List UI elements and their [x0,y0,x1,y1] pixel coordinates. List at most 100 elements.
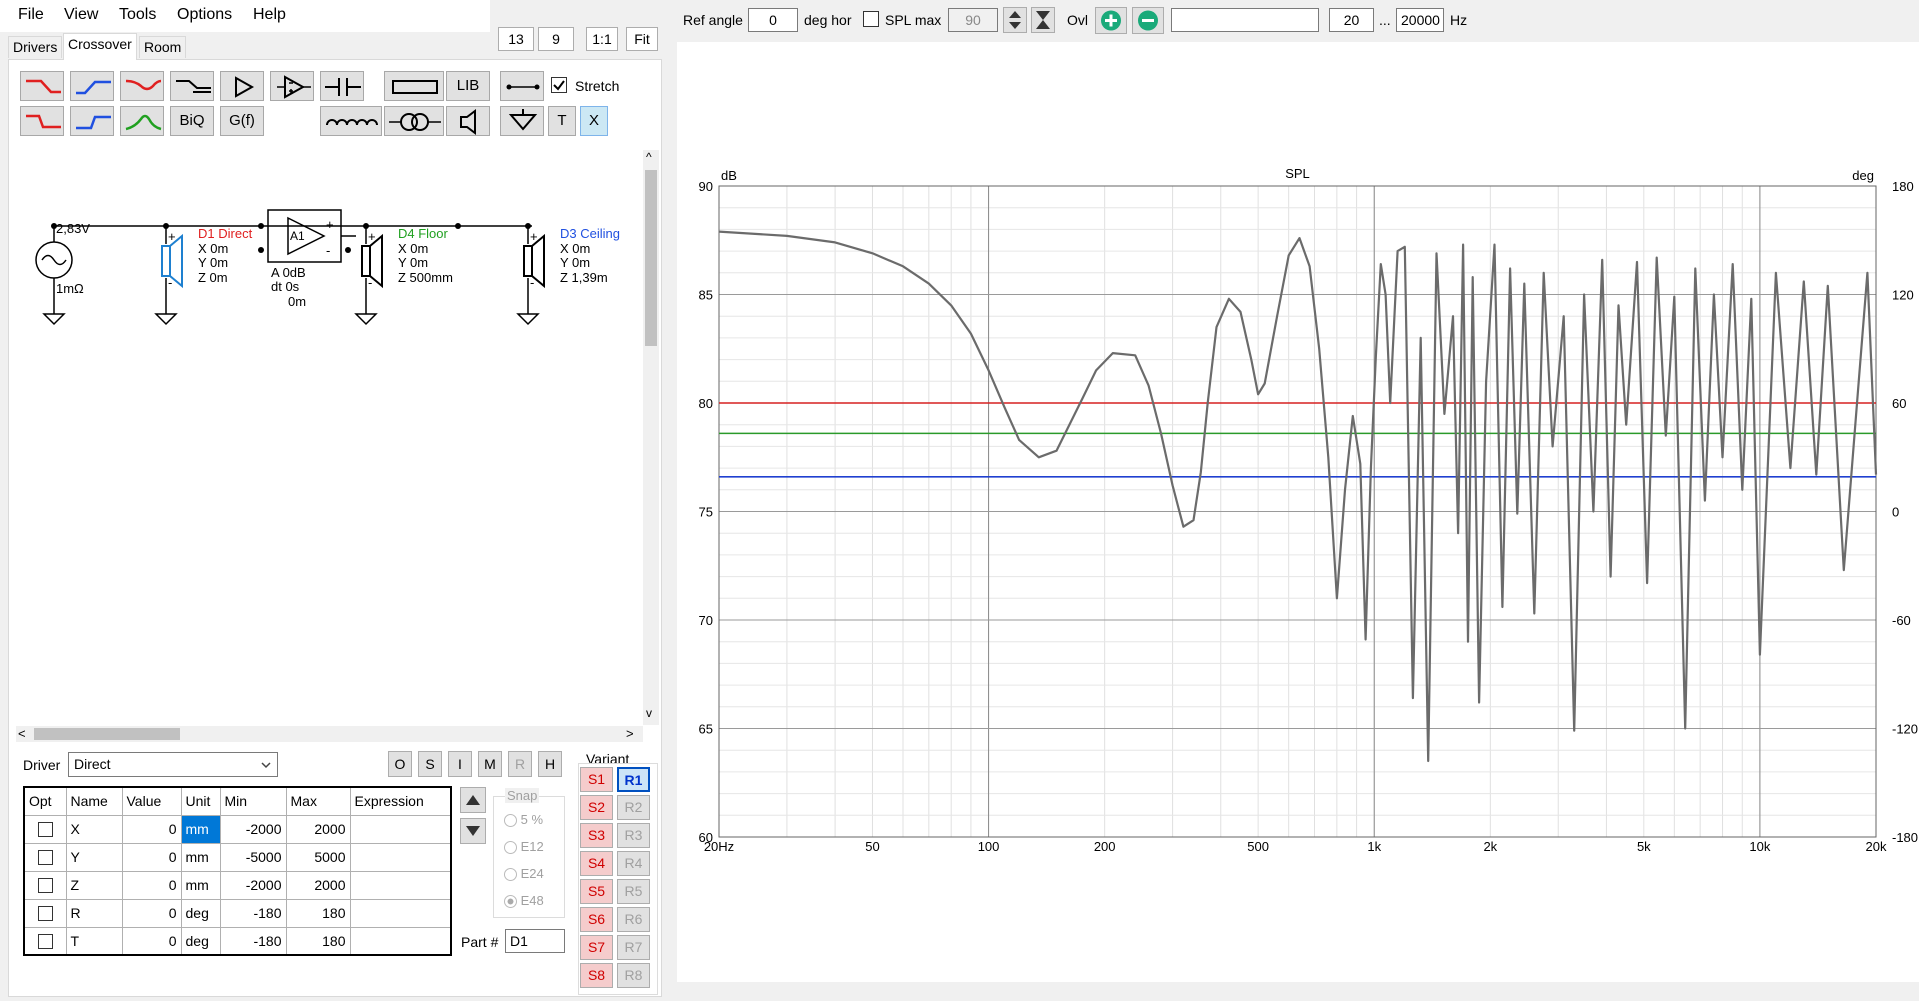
variant-s4-button[interactable]: S4 [580,851,613,876]
d1-name[interactable]: D1 Direct [198,227,252,241]
biquad-button[interactable]: BiQ [170,106,214,136]
menu-help[interactable]: Help [253,6,286,24]
variant-r1-button[interactable]: R1 [617,767,650,792]
menu-tools[interactable]: Tools [119,6,156,24]
table-row[interactable]: T 0 deg -180 180 [23,926,452,956]
row-value[interactable]: 0 [121,814,182,844]
wire-button[interactable] [500,71,544,101]
row-max[interactable]: 180 [285,926,351,956]
transformer-button[interactable] [384,106,444,136]
zoom-9-button[interactable]: 9 [538,27,574,51]
schematic-canvas[interactable]: 2,83V 1mΩ + - D1 Direct X 0m Y 0m Z 0m A… [16,150,643,725]
menu-file[interactable]: File [18,6,44,24]
vertical-scrollbar[interactable]: ^ v [643,150,659,725]
overlay-input[interactable] [1171,8,1319,32]
opt-checkbox[interactable] [37,822,53,838]
ratio-button[interactable]: 1:1 [586,27,618,51]
vertical-scroll-thumb[interactable] [645,170,657,346]
inductor-button[interactable] [320,106,382,136]
transfer-function-button[interactable]: G(f) [220,106,264,136]
library-button[interactable]: LIB [446,71,490,101]
spl-max-checkbox[interactable] [863,11,879,27]
row-max[interactable]: 5000 [285,842,351,872]
row-value[interactable]: 0 [121,870,182,900]
option-r-button[interactable]: R [508,751,532,777]
row-unit[interactable]: deg [180,926,221,956]
snap-option[interactable]: E12 [504,839,544,855]
snap-option[interactable]: E24 [504,866,544,882]
scroll-down-icon[interactable]: v [646,706,652,720]
horizontal-scrollbar[interactable]: < > [16,726,643,742]
snap-option[interactable]: 5 % [504,812,543,828]
row-value[interactable]: 0 [121,926,182,956]
scroll-right-icon[interactable]: > [626,726,634,741]
amp-name[interactable]: A1 [290,229,305,243]
auto-scale-button[interactable] [1031,7,1055,33]
freq-max-input[interactable]: 20000 [1396,8,1444,32]
row-unit[interactable]: mm [180,870,221,900]
variant-s3-button[interactable]: S3 [580,823,613,848]
menu-options[interactable]: Options [177,6,232,24]
row-min[interactable]: -180 [219,898,287,928]
option-i-button[interactable]: I [448,751,472,777]
ref-angle-input[interactable]: 0 [748,8,798,32]
move-down-button[interactable] [460,818,486,844]
row-min[interactable]: -180 [219,926,287,956]
variant-s7-button[interactable]: S7 [580,935,613,960]
variant-s2-button[interactable]: S2 [580,795,613,820]
row-max[interactable]: 2000 [285,814,351,844]
row-expression[interactable] [349,898,452,928]
table-row[interactable]: Y 0 mm -5000 5000 [23,842,452,872]
row-expression[interactable] [349,814,452,844]
capacitor-button[interactable] [320,71,364,101]
row-unit[interactable]: mm [180,814,221,844]
variant-r7-button[interactable]: R7 [617,935,650,960]
row-expression[interactable] [349,842,452,872]
highpass-button[interactable] [70,71,114,101]
table-row[interactable]: X 0 mm -2000 2000 [23,814,452,844]
move-up-button[interactable] [460,787,486,813]
opt-checkbox[interactable] [37,934,53,950]
row-value[interactable]: 0 [121,842,182,872]
variant-r5-button[interactable]: R5 [617,879,650,904]
option-h-button[interactable]: H [538,751,562,777]
tab-drivers[interactable]: Drivers [8,36,63,58]
horizontal-scroll-thumb[interactable] [34,728,180,740]
spl-max-input[interactable]: 90 [948,8,998,32]
stretch-checkbox[interactable] [551,77,567,93]
t-button[interactable]: T [548,106,576,136]
row-unit[interactable]: mm [180,842,221,872]
snap-option[interactable]: E48 [504,893,544,909]
variant-r2-button[interactable]: R2 [617,795,650,820]
d4-name[interactable]: D4 Floor [398,227,448,241]
row-max[interactable]: 180 [285,898,351,928]
spin-button[interactable] [1003,7,1027,33]
buffer-button[interactable] [220,71,264,101]
zoom-13-button[interactable]: 13 [498,27,534,51]
variant-r6-button[interactable]: R6 [617,907,650,932]
d3-name[interactable]: D3 Ceiling [560,227,620,241]
lowpass2-button[interactable] [20,106,64,136]
table-row[interactable]: Z 0 mm -2000 2000 [23,870,452,900]
opt-checkbox[interactable] [37,906,53,922]
resistor-button[interactable] [384,71,444,101]
option-m-button[interactable]: M [478,751,502,777]
opt-checkbox[interactable] [37,850,53,866]
option-s-button[interactable]: S [418,751,442,777]
option-o-button[interactable]: O [388,751,412,777]
variant-r4-button[interactable]: R4 [617,851,650,876]
fit-button[interactable]: Fit [626,27,658,51]
x-button[interactable]: X [580,106,608,136]
driver-select[interactable]: Direct [68,752,278,777]
remove-overlay-button[interactable] [1132,7,1164,34]
variant-r3-button[interactable]: R3 [617,823,650,848]
row-value[interactable]: 0 [121,898,182,928]
row-min[interactable]: -5000 [219,842,287,872]
row-expression[interactable] [349,870,452,900]
tab-crossover[interactable]: Crossover [63,33,137,60]
opt-checkbox[interactable] [37,878,53,894]
tab-room[interactable]: Room [139,36,187,58]
bandpass-button[interactable] [120,106,164,136]
row-expression[interactable] [349,926,452,956]
speaker-button[interactable] [446,106,490,136]
